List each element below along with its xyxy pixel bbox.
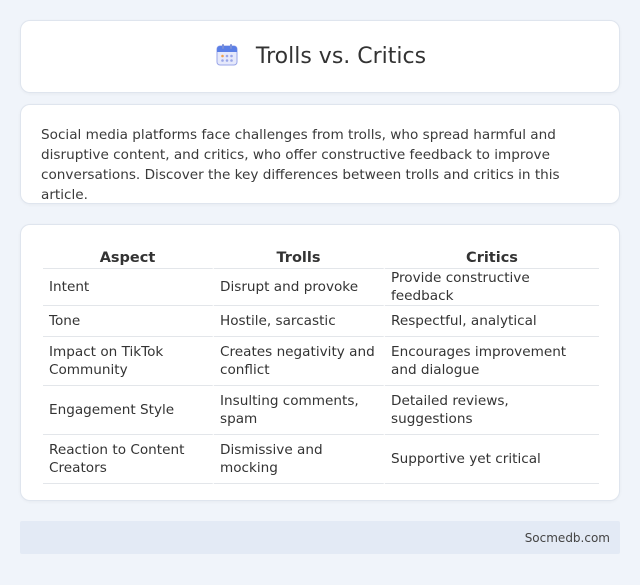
table-row: Tone Hostile, sarcastic Respectful, anal… bbox=[43, 306, 599, 337]
intro-card: Social media platforms face challenges f… bbox=[20, 104, 620, 204]
table-cell: Hostile, sarcastic bbox=[214, 306, 385, 337]
table-header-row: Aspect Trolls Critics bbox=[43, 243, 599, 269]
table-cell: Intent bbox=[43, 269, 214, 306]
header-trolls: Trolls bbox=[214, 243, 385, 269]
footer-site-link[interactable]: Socmedb.com bbox=[525, 531, 610, 545]
table-row: Intent Disrupt and provoke Provide const… bbox=[43, 269, 599, 306]
comparison-table: Aspect Trolls Critics Intent Disrupt and… bbox=[43, 243, 599, 484]
table-cell: Detailed reviews, suggestions bbox=[385, 386, 599, 435]
table-cell: Disrupt and provoke bbox=[214, 269, 385, 306]
comparison-card: Aspect Trolls Critics Intent Disrupt and… bbox=[20, 224, 620, 501]
table-row: Impact on TikTok Community Creates negat… bbox=[43, 337, 599, 386]
table-cell: Reaction to Content Creators bbox=[43, 435, 214, 484]
table-cell: Respectful, analytical bbox=[385, 306, 599, 337]
table-cell: Provide constructive feedback bbox=[385, 269, 599, 306]
page-title: Trolls vs. Critics bbox=[255, 44, 427, 69]
header-critics: Critics bbox=[385, 243, 599, 269]
calendar-icon bbox=[214, 42, 240, 72]
table-cell: Insulting comments, spam bbox=[214, 386, 385, 435]
header-aspect: Aspect bbox=[43, 243, 214, 269]
table-cell: Encourages improvement and dialogue bbox=[385, 337, 599, 386]
table-cell: Tone bbox=[43, 306, 214, 337]
table-cell: Dismissive and mocking bbox=[214, 435, 385, 484]
table-cell: Engagement Style bbox=[43, 386, 214, 435]
table-row: Reaction to Content Creators Dismissive … bbox=[43, 435, 599, 484]
table-cell: Supportive yet critical bbox=[385, 435, 599, 484]
table-cell: Creates negativity and conflict bbox=[214, 337, 385, 386]
title-row: Trolls vs. Critics bbox=[214, 42, 426, 72]
table-cell: Impact on TikTok Community bbox=[43, 337, 214, 386]
intro-text: Social media platforms face challenges f… bbox=[41, 127, 560, 203]
footer-bar: Socmedb.com bbox=[20, 521, 620, 554]
title-card: Trolls vs. Critics bbox=[20, 20, 620, 93]
table-row: Engagement Style Insulting comments, spa… bbox=[43, 386, 599, 435]
